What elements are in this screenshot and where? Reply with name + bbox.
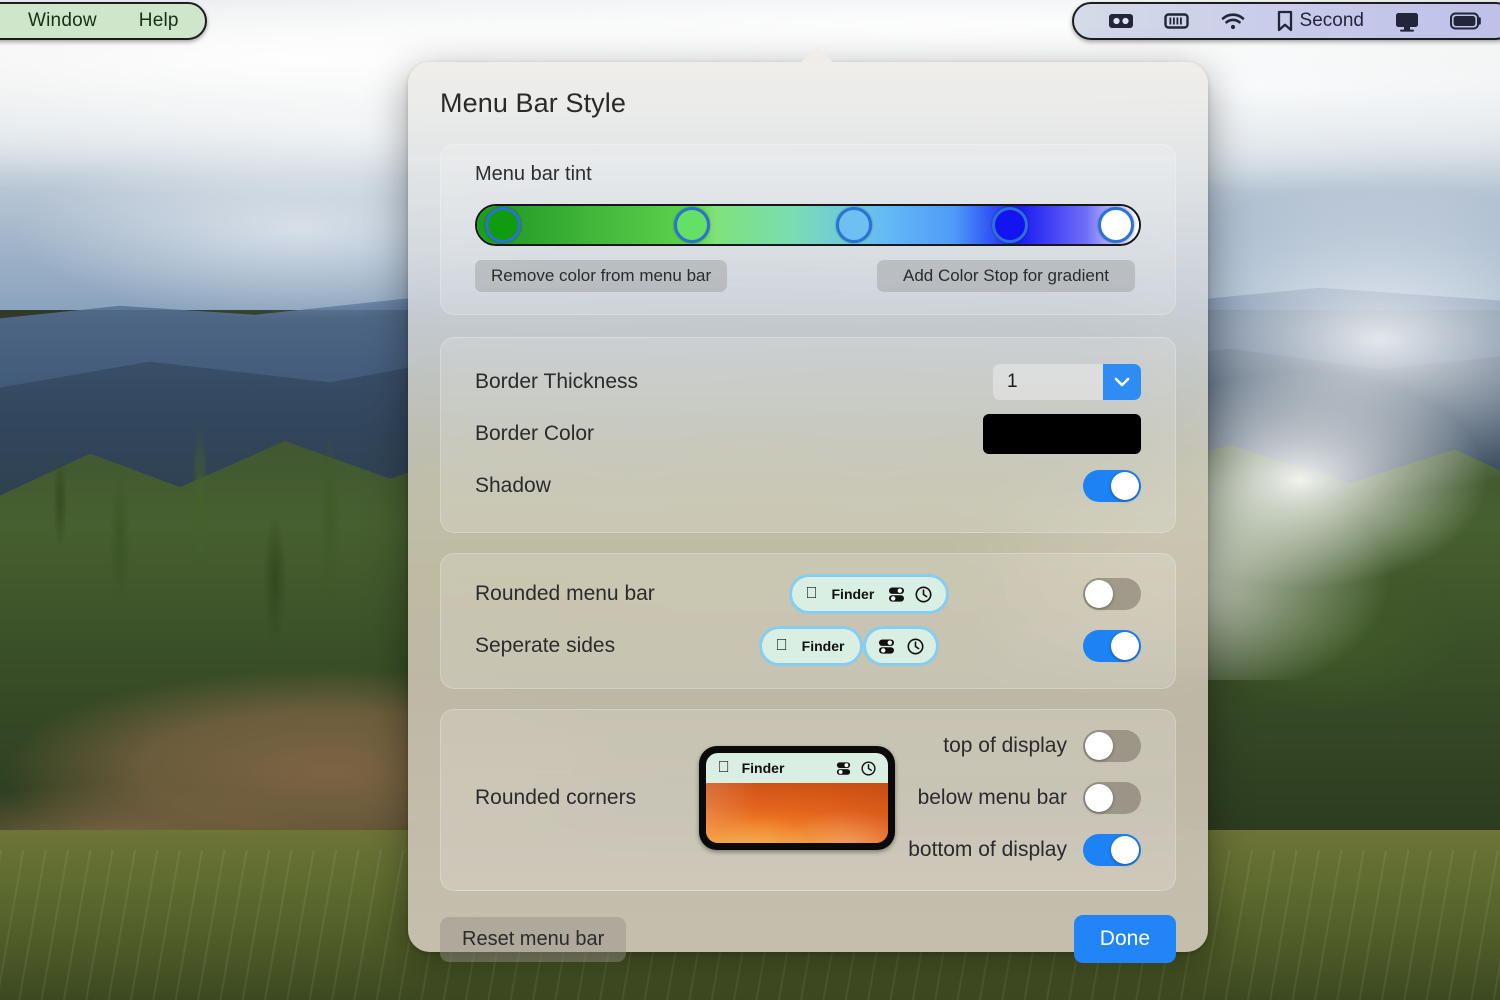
toggle-knob (1110, 836, 1139, 864)
menu-bar-tint-label: Menu bar tint (475, 163, 592, 185)
desktop: Window Help Second Menu Bar Style Menu b… (0, 0, 1500, 1000)
preview-status-icons (888, 586, 932, 603)
top-of-display-label: top of display (943, 734, 1067, 757)
preview-app-name: Finder (825, 586, 875, 602)
battery-stripes-icon[interactable] (1163, 11, 1190, 31)
shadow-label: Shadow (475, 474, 551, 497)
control-center-icon (888, 586, 905, 603)
rounded-corners-section: Rounded corners  Finder (440, 709, 1176, 891)
menu-bar-preview-joined[interactable]:  Finder (791, 577, 947, 611)
menu-bar-preview-left-segment[interactable]:  Finder (761, 629, 861, 663)
display-preview[interactable]:  Finder (698, 746, 895, 850)
gradient-stop-5[interactable] (1097, 207, 1134, 243)
border-section: Border Thickness 1 Border Color Shadow (440, 337, 1176, 533)
top-of-display-row: top of display (908, 730, 1141, 762)
toggle-knob (1111, 472, 1139, 500)
add-color-stop-button[interactable]: Add Color Stop for gradient (876, 260, 1135, 292)
rounded-menu-bar-toggle[interactable] (1082, 578, 1141, 610)
shadow-toggle[interactable] (1083, 470, 1141, 502)
menu-extra-second[interactable]: Second (1276, 10, 1364, 32)
clock-icon (907, 638, 924, 655)
border-thickness-label: Border Thickness (475, 370, 639, 393)
gradient-slider[interactable] (475, 204, 1141, 246)
rounded-corners-row: Rounded corners  Finder (475, 730, 1141, 866)
gradient-stop-2[interactable] (674, 207, 711, 243)
preview-app-name: Finder (795, 638, 845, 654)
battery-icon[interactable] (1450, 12, 1482, 30)
bookmark-icon (1276, 10, 1294, 32)
display-preview-menu-bar:  Finder (705, 753, 888, 783)
below-menu-bar-row: below menu bar (908, 782, 1141, 814)
border-color-label: Border Color (475, 422, 595, 445)
reset-menu-bar-button[interactable]: Reset menu bar (440, 916, 627, 962)
rounded-corners-label: Rounded corners (475, 786, 637, 809)
clock-icon (915, 586, 932, 603)
toggle-knob (1084, 580, 1113, 608)
menu-bar-style-popover: Menu Bar Style Menu bar tint Remove colo… (408, 47, 1208, 963)
separate-sides-row: Seperate sides  Finder (475, 620, 1141, 672)
rounded-menu-bar-label: Rounded menu bar (475, 582, 655, 605)
second-label: Second (1299, 10, 1364, 31)
toggle-bottom-of-display[interactable] (1082, 834, 1141, 866)
menu-bar-left-group: Window Help (0, 2, 207, 40)
control-center-icon (836, 761, 851, 776)
display-icon[interactable] (1394, 11, 1420, 32)
bottom-of-display-row: bottom of display (908, 834, 1141, 866)
page-title: Menu Bar Style (440, 88, 626, 118)
toggle-knob (1084, 784, 1113, 812)
toggle-knob (1084, 732, 1113, 760)
menu-item-window[interactable]: Window (28, 10, 97, 32)
toggle-top-of-display[interactable] (1082, 730, 1141, 762)
apple-logo-icon:  (776, 638, 788, 654)
done-button[interactable]: Done (1073, 915, 1176, 963)
gradient-stop-4[interactable] (991, 207, 1028, 243)
remove-color-button[interactable]: Remove color from menu bar (475, 260, 728, 292)
clock-icon (861, 760, 876, 776)
rounded-menu-bar-row: Rounded menu bar  Finder (475, 568, 1141, 620)
menu-bar-preview-right-segment[interactable] (866, 629, 937, 663)
tint-buttons-row: Remove color from menu bar Add Color Sto… (475, 260, 1141, 292)
control-center-icon (878, 638, 895, 655)
menu-item-help[interactable]: Help (139, 10, 179, 32)
preview-app-name: Finder (729, 760, 785, 776)
border-color-row: Border Color (475, 408, 1141, 460)
toggle-below-menu-bar[interactable] (1082, 782, 1141, 814)
bottom-of-display-label: bottom of display (908, 838, 1067, 861)
display-preview-screen:  Finder (705, 753, 888, 843)
apple-logo-icon:  (718, 760, 730, 776)
menu-bar-right-group: Second (1071, 2, 1500, 40)
toggle-knob (1111, 632, 1139, 660)
preview-status-icons (836, 760, 876, 776)
chevron-down-icon[interactable] (1103, 364, 1141, 400)
screen-recorder-icon[interactable] (1108, 11, 1134, 31)
shadow-row: Shadow (475, 460, 1141, 512)
separate-sides-label: Seperate sides (475, 634, 616, 657)
apple-logo-icon:  (806, 586, 818, 602)
menu-bar-preview-split[interactable]:  Finder (761, 629, 937, 663)
display-preview-wallpaper (705, 783, 888, 843)
border-thickness-value: 1 (1007, 371, 1018, 392)
menu-bar-tint-section: Menu bar tint Remove color from menu bar… (440, 144, 1176, 315)
gradient-track[interactable] (477, 206, 1139, 244)
wifi-icon[interactable] (1220, 11, 1246, 31)
border-color-swatch[interactable] (983, 414, 1141, 454)
rounded-menu-bar-section: Rounded menu bar  Finder (440, 553, 1176, 689)
popover-footer: Reset menu bar Done (440, 915, 1176, 963)
border-thickness-row: Border Thickness 1 (475, 356, 1141, 408)
border-thickness-stepper[interactable]: 1 (993, 364, 1141, 400)
separate-sides-toggle[interactable] (1083, 630, 1141, 662)
below-menu-bar-label: below menu bar (917, 786, 1067, 809)
corner-options-list: top of display below menu bar bottom of … (908, 730, 1141, 866)
